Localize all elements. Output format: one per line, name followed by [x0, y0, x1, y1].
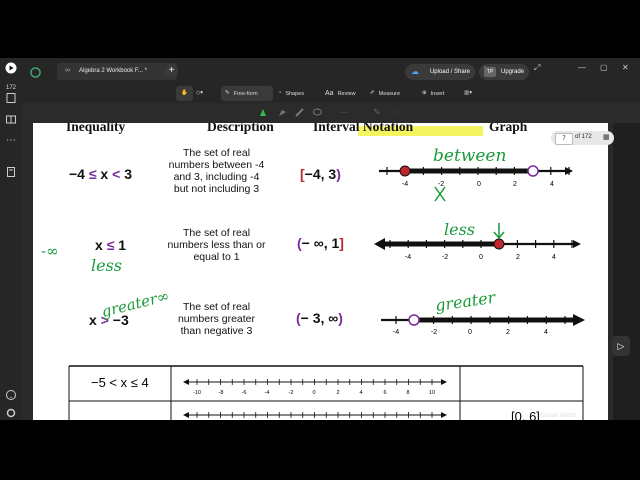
- eraser-tool-button[interactable]: ◇▾: [196, 86, 216, 101]
- home-icon[interactable]: [30, 65, 41, 78]
- measure-button[interactable]: ✐ Measure: [370, 86, 414, 101]
- handwriting-x-mark: [434, 186, 446, 202]
- shapes-icon: ◔: [278, 90, 282, 96]
- handwriting-greater-right: greater: [434, 288, 498, 315]
- settings-icon[interactable]: [3, 407, 19, 420]
- grid-view-icon[interactable]: ▦: [603, 133, 610, 141]
- presentation-button[interactable]: ▷: [612, 336, 630, 356]
- document-viewport[interactable]: Inequality Description Interval Notation…: [22, 123, 613, 420]
- handwriting-neg-inf: -∞: [41, 242, 59, 260]
- arrow-down-icon: [493, 223, 505, 240]
- highlighter-icon[interactable]: [277, 107, 288, 118]
- handwriting-greater-left: greater∞: [100, 287, 171, 321]
- app-window: 172 ⋯ ∞ Algebra 2 Workbook F... * × + ☁: [0, 58, 640, 420]
- fullscreen-icon[interactable]: ⤢: [534, 63, 540, 73]
- link-icon: ∞: [65, 67, 70, 74]
- ruler-icon: ✐: [370, 90, 375, 96]
- book-icon[interactable]: [3, 114, 19, 128]
- review-label: Review: [337, 90, 356, 97]
- apps-icon: ▥▾: [464, 90, 472, 96]
- freeform-label: Free-form: [233, 90, 258, 97]
- help-icon[interactable]: [3, 389, 19, 403]
- handwriting-between: between: [433, 146, 506, 166]
- play-icon: ▷: [617, 341, 625, 351]
- upgrade-button[interactable]: Basic TP Upgrade: [479, 64, 529, 80]
- left-sidebar: 172 ⋯: [0, 58, 23, 420]
- page-current[interactable]: 7: [555, 133, 573, 145]
- tab-document[interactable]: ∞ Algebra 2 Workbook F... * ×: [57, 63, 177, 80]
- eraser-icon: ◇▾: [196, 90, 203, 96]
- freeform-button[interactable]: ✎ Free-form: [221, 86, 273, 101]
- new-tab-button[interactable]: +: [165, 64, 178, 77]
- stroke-color-icon[interactable]: ◌: [394, 107, 399, 117]
- workbook-page: Inequality Description Interval Notation…: [33, 123, 608, 420]
- app-logo-icon[interactable]: [3, 62, 19, 76]
- minimize-icon[interactable]: —: [578, 63, 586, 72]
- apps-button[interactable]: ▥▾: [464, 86, 480, 101]
- more-pens-icon[interactable]: ⋯: [340, 108, 348, 117]
- plan-badge-icon: TP: [484, 67, 496, 77]
- handwriting-less-left: less: [91, 256, 122, 275]
- stroke-width-icon[interactable]: ✎: [373, 107, 381, 118]
- upgrade-label: Upgrade: [501, 69, 525, 75]
- review-button[interactable]: Aa Review: [325, 86, 365, 101]
- green-pen-icon[interactable]: [258, 107, 269, 118]
- insert-button[interactable]: ⊕ Insert: [422, 86, 458, 101]
- upload-share-label: Upload / Share: [429, 69, 470, 75]
- hand-icon: ✋: [181, 90, 188, 96]
- close-window-icon[interactable]: ✕: [622, 63, 629, 72]
- tab-bar: ∞ Algebra 2 Workbook F... * × + ☁ Upload…: [22, 58, 640, 84]
- sub-toolbar: ⋯ ✎ ◌: [22, 103, 640, 124]
- insert-label: Insert: [430, 90, 445, 97]
- add-circle-icon: ⊕: [422, 90, 427, 96]
- document-icon[interactable]: [3, 166, 19, 180]
- right-panel: [614, 123, 640, 420]
- page-total: of 172: [575, 134, 592, 140]
- shapes-button[interactable]: ◔ Shapes: [278, 86, 318, 101]
- pen-icon: ✎: [225, 90, 230, 96]
- more-icon[interactable]: ⋯: [3, 134, 19, 148]
- pages-icon[interactable]: [3, 92, 19, 106]
- measure-label: Measure: [378, 90, 401, 97]
- page-indicator[interactable]: 7 of 172 ▦: [551, 131, 614, 145]
- tab-title: Algebra 2 Workbook F... *: [79, 68, 147, 74]
- lasso-icon[interactable]: [312, 107, 323, 118]
- main-toolbar: ✋ ◇▾ ✎ Free-form ◔ Shapes Aa Review ✐ Measur…: [22, 84, 640, 103]
- text-icon: Aa: [325, 90, 334, 97]
- marker-icon[interactable]: [294, 107, 305, 118]
- maximize-icon[interactable]: ▢: [600, 63, 608, 72]
- shapes-label: Shapes: [285, 90, 304, 97]
- watermark: Create Watch: [540, 413, 577, 419]
- hand-tool-button[interactable]: ✋: [176, 86, 193, 101]
- handwriting-less-top: less: [444, 220, 475, 239]
- cloud-icon: ☁: [411, 67, 419, 76]
- handwriting-layer: between less -∞ less greater∞ greater: [41, 146, 506, 321]
- upload-share-button[interactable]: ☁ Upload / Share: [405, 64, 475, 80]
